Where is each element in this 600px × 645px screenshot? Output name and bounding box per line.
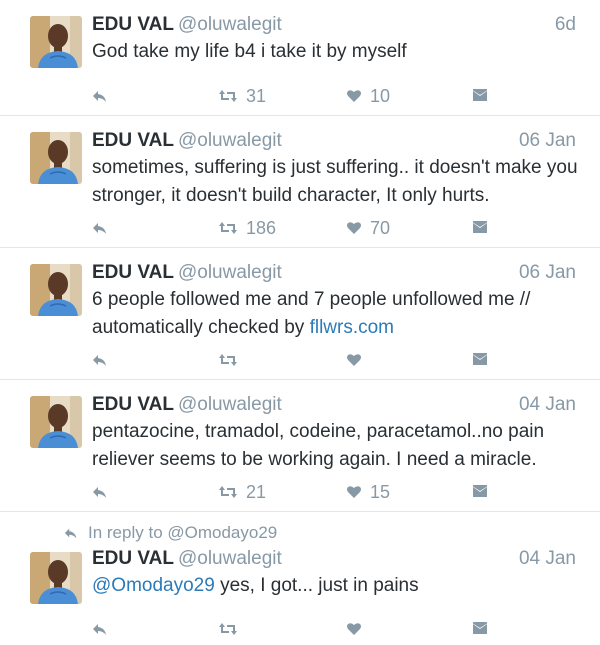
tweet-header: EDU VAL @oluwalegit 6d [92,12,576,38]
author-handle[interactable]: @oluwalegit [178,394,282,415]
tweet-header: EDU VAL @oluwalegit 06 Jan [92,260,576,286]
reply-button[interactable] [92,217,108,239]
like-count: 15 [370,481,391,502]
tweet-actions [92,618,600,640]
like-count: 70 [370,217,391,238]
tweet[interactable]: EDU VAL @oluwalegit 06 Jan 6 people follo… [0,248,600,380]
timestamp[interactable]: 6d [555,12,576,38]
tweet-text: sometimes, suffering is just suffering..… [92,157,578,206]
message-icon [472,621,488,637]
like-button[interactable]: 10 [346,85,390,107]
reply-context[interactable]: In reply to @Omodayo29 [64,522,277,544]
tweet[interactable]: EDU VAL @oluwalegit 06 Jan sometimes, suf… [0,116,600,248]
author-name[interactable]: EDU VAL [92,130,174,151]
reply-button[interactable] [92,85,108,107]
tweet[interactable]: In reply to @Omodayo29 EDU VAL @oluwalegi… [0,512,600,645]
avatar[interactable] [30,264,82,316]
tweet-actions: 186 70 [92,217,600,239]
heart-icon [346,621,362,637]
reply-icon [64,526,78,540]
like-button[interactable] [346,618,370,640]
author-name[interactable]: EDU VAL [92,394,174,415]
tweet-text: 6 people followed me and 7 people unfoll… [92,286,580,342]
retweet-button[interactable]: 21 [218,481,266,503]
avatar[interactable] [30,396,82,448]
reply-button[interactable] [92,481,108,503]
retweet-button[interactable] [218,618,246,640]
tweet-text-body: yes, I got... just in pains [214,575,419,596]
like-button[interactable]: 70 [346,217,390,239]
timestamp[interactable]: 06 Jan [519,128,576,154]
avatar[interactable] [30,16,82,68]
message-button[interactable] [472,85,488,107]
avatar[interactable] [30,132,82,184]
tweet-link[interactable]: fllwrs.com [310,317,394,338]
author-handle[interactable]: @oluwalegit [178,548,282,569]
reply-icon [92,352,108,368]
timestamp[interactable]: 04 Jan [519,546,576,572]
tweet-actions [92,349,600,371]
retweet-icon [218,621,238,637]
tweet-actions: 21 15 [92,481,600,503]
like-button[interactable] [346,349,370,371]
retweet-icon [218,352,238,368]
retweet-button[interactable]: 31 [218,85,266,107]
reply-button[interactable] [92,349,108,371]
tweet-text: @Omodayo29 yes, I got... just in pains [92,572,580,600]
message-button[interactable] [472,349,488,371]
tweet-header: EDU VAL @oluwalegit 04 Jan [92,546,576,572]
message-icon [472,484,488,500]
reply-icon [92,220,108,236]
tweet-actions: 31 10 [92,85,600,107]
retweet-count: 31 [246,85,267,106]
like-button[interactable]: 15 [346,481,390,503]
author-handle[interactable]: @oluwalegit [178,262,282,283]
retweet-icon [218,484,238,500]
author-handle[interactable]: @oluwalegit [178,130,282,151]
mention-link[interactable]: @Omodayo29 [92,575,215,596]
reply-context-text: In reply to @Omodayo29 [88,523,278,542]
tweet-text: pentazocine, tramadol, codeine, paraceta… [92,421,545,470]
heart-icon [346,220,362,236]
retweet-button[interactable]: 186 [218,217,276,239]
reply-button[interactable] [92,618,108,640]
tweet-header: EDU VAL @oluwalegit 04 Jan [92,392,576,418]
timestamp[interactable]: 06 Jan [519,260,576,286]
message-icon [472,88,488,104]
retweet-count: 186 [246,217,277,238]
retweet-button[interactable] [218,349,246,371]
timestamp[interactable]: 04 Jan [519,392,576,418]
author-name[interactable]: EDU VAL [92,14,174,35]
reply-icon [92,621,108,637]
reply-icon [92,484,108,500]
tweet-text: God take my life b4 i take it by myself [92,41,407,62]
retweet-count: 21 [246,481,267,502]
message-icon [472,220,488,236]
tweet[interactable]: EDU VAL @oluwalegit 6d God take my life b… [0,0,600,116]
heart-icon [346,484,362,500]
avatar[interactable] [30,552,82,604]
like-count: 10 [370,85,391,106]
heart-icon [346,88,362,104]
author-name[interactable]: EDU VAL [92,262,174,283]
author-handle[interactable]: @oluwalegit [178,14,282,35]
tweet-header: EDU VAL @oluwalegit 06 Jan [92,128,576,154]
message-button[interactable] [472,217,488,239]
reply-icon [92,88,108,104]
tweet[interactable]: EDU VAL @oluwalegit 04 Jan pentazocine, t… [0,380,600,512]
retweet-icon [218,220,238,236]
author-name[interactable]: EDU VAL [92,548,174,569]
message-button[interactable] [472,481,488,503]
heart-icon [346,352,362,368]
retweet-icon [218,88,238,104]
message-button[interactable] [472,618,488,640]
message-icon [472,352,488,368]
